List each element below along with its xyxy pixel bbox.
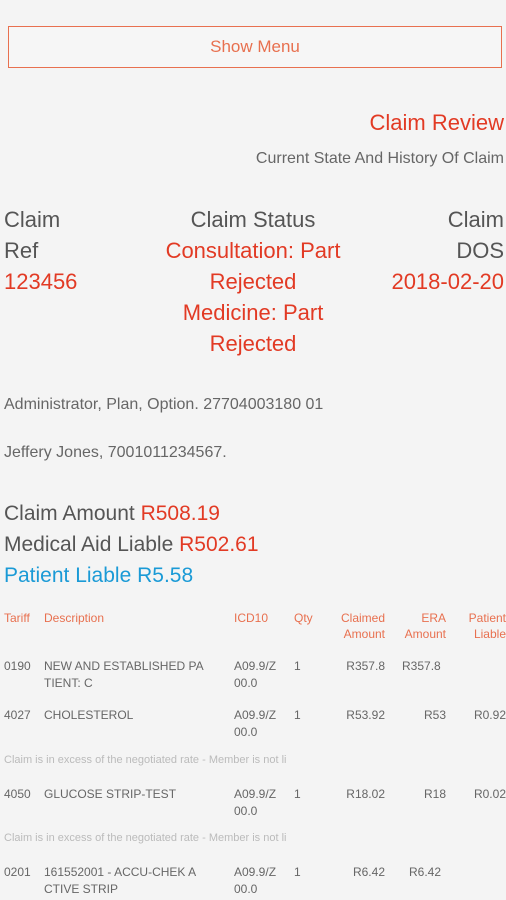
show-menu-button[interactable]: Show Menu — [8, 26, 502, 68]
claim-amount-row: Claim Amount R508.19 — [4, 502, 220, 526]
cell-icd10: A09.9/Z 00.0 — [234, 707, 276, 741]
cell-icd10: A09.9/Z 00.0 — [234, 864, 276, 898]
claim-ref-column: Claim Ref 123456 — [4, 204, 77, 297]
header-patient-line: Patient — [468, 611, 506, 625]
cell-icd10-line: 00.0 — [234, 882, 258, 896]
header-tariff: Tariff — [4, 611, 30, 625]
cell-era: R6.42 — [409, 865, 442, 879]
cell-description-line: TIENT: C — [44, 676, 93, 690]
claim-status-line: Consultation: Part — [165, 238, 341, 263]
cell-claimed: R357.8 — [346, 659, 385, 673]
claim-ref-label-2: Ref — [4, 238, 39, 263]
claim-status-line: Rejected — [209, 331, 297, 356]
claim-ref-label: Claim — [4, 207, 61, 232]
cell-icd10-line: A09.9/Z — [234, 865, 277, 879]
header-claimed-line: Claimed — [340, 611, 385, 625]
cell-description-line: CTIVE STRIP — [44, 882, 119, 896]
header-claimed-line: Amount — [343, 627, 385, 641]
cell-tariff: 0201 — [4, 865, 31, 879]
header-patient-liable: Patient Liable — [460, 610, 506, 642]
cell-qty: 1 — [294, 708, 301, 722]
claim-dos-value: 2018-02-20 — [391, 269, 504, 294]
patient-info: Jeffery Jones, 7001011234567. — [4, 444, 227, 461]
cell-icd10-line: 00.0 — [234, 804, 258, 818]
cell-patient: R0.92 — [473, 708, 506, 722]
page-subtitle: Current State And History Of Claim — [255, 150, 504, 167]
cell-description: NEW AND ESTABLISHED PA TIENT: C — [44, 658, 204, 692]
patient-liable-row: Patient Liable R5.58 — [4, 564, 193, 588]
claim-dos-label-2: DOS — [456, 238, 504, 263]
claim-amount-value: R508.19 — [140, 502, 220, 525]
cell-description-line: NEW AND ESTABLISHED PA — [44, 659, 204, 673]
header-qty: Qty — [294, 611, 313, 625]
cell-claimed: R6.42 — [352, 865, 385, 879]
cell-qty: 1 — [294, 865, 301, 879]
cell-tariff: 4050 — [4, 787, 31, 801]
claim-status-line: Rejected — [209, 269, 297, 294]
cell-icd10: A09.9/Z 00.0 — [234, 658, 276, 692]
cell-description: CHOLESTEROL — [44, 707, 133, 724]
header-icd10: ICD10 — [234, 611, 269, 625]
claim-dos-label: Claim — [447, 207, 504, 232]
administrator-info: Administrator, Plan, Option. 27704003180… — [4, 396, 324, 413]
cell-claimed: R53.92 — [346, 708, 385, 722]
cell-description-line: GLUCOSE STRIP-TEST — [44, 787, 177, 801]
cell-description: GLUCOSE STRIP-TEST — [44, 786, 176, 803]
row-note: Claim is in excess of the negotiated rat… — [4, 832, 287, 844]
cell-tariff: 4027 — [4, 708, 31, 722]
cell-claimed: R18.02 — [346, 787, 385, 801]
cell-era: R18 — [423, 787, 446, 801]
cell-icd10-line: A09.9/Z — [234, 787, 277, 801]
claim-amount-label: Claim Amount — [4, 502, 135, 525]
claim-status-column: Claim Status Consultation: Part Rejected… — [150, 204, 356, 359]
header-claimed-amount: Claimed Amount — [330, 610, 385, 642]
cell-description-line: 161552001 - ACCU-CHEK A — [44, 865, 197, 879]
cell-icd10-line: A09.9/Z — [234, 708, 277, 722]
row-note: Claim is in excess of the negotiated rat… — [4, 754, 287, 766]
cell-icd10-line: A09.9/Z — [234, 659, 277, 673]
medical-aid-liable-label: Medical Aid Liable — [4, 533, 174, 556]
cell-icd10-line: 00.0 — [234, 725, 258, 739]
claim-status-line: Medicine: Part — [182, 300, 324, 325]
header-era-line: ERA — [421, 611, 446, 625]
cell-description-line: CHOLESTEROL — [44, 708, 134, 722]
patient-liable-value: R5.58 — [137, 564, 194, 587]
cell-icd10-line: 00.0 — [234, 676, 258, 690]
cell-era: R357.8 — [402, 659, 441, 673]
header-description: Description — [44, 611, 105, 625]
page-title: Claim Review — [369, 110, 504, 135]
cell-era: R53 — [423, 708, 446, 722]
header-patient-line: Liable — [473, 627, 506, 641]
cell-description: 161552001 - ACCU-CHEK A CTIVE STRIP — [44, 864, 196, 898]
medical-aid-liable-value: R502.61 — [179, 533, 259, 556]
claim-ref-value: 123456 — [4, 269, 78, 294]
claim-status-label: Claim Status — [190, 207, 316, 232]
header-era-amount: ERA Amount — [394, 610, 446, 642]
header-era-line: Amount — [404, 627, 446, 641]
cell-qty: 1 — [294, 659, 301, 673]
cell-icd10: A09.9/Z 00.0 — [234, 786, 276, 820]
cell-tariff: 0190 — [4, 659, 31, 673]
patient-liable-label: Patient Liable — [4, 564, 132, 587]
claim-dos-column: Claim DOS 2018-02-20 — [391, 204, 504, 297]
medical-aid-liable-row: Medical Aid Liable R502.61 — [4, 533, 259, 557]
cell-qty: 1 — [294, 787, 301, 801]
cell-patient: R0.02 — [473, 787, 506, 801]
